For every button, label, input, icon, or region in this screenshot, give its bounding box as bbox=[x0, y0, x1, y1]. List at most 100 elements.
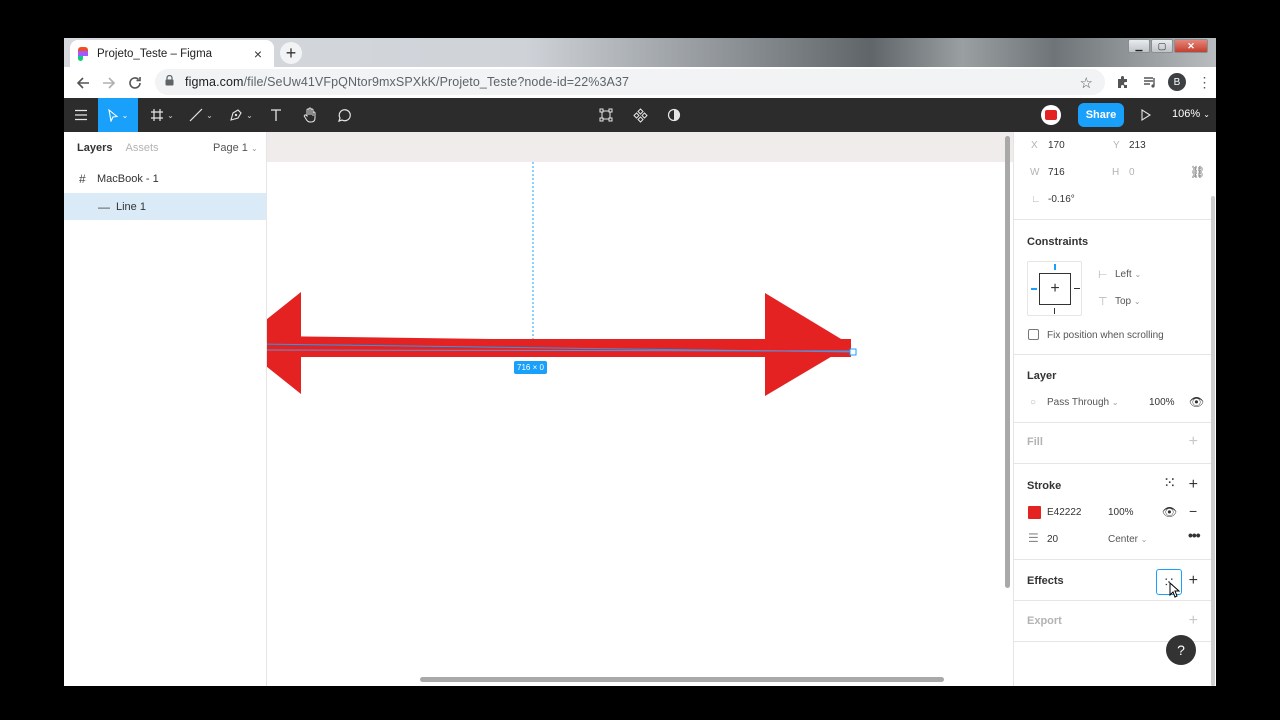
browser-tab[interactable]: Projeto_Teste – Figma × bbox=[70, 40, 274, 67]
design-panel-scrollbar[interactable] bbox=[1211, 196, 1215, 686]
extension-icons: B ⋮ bbox=[1109, 69, 1216, 95]
back-icon[interactable] bbox=[70, 70, 96, 96]
hand-tool-button[interactable] bbox=[296, 98, 324, 132]
fill-title: Fill bbox=[1027, 436, 1043, 448]
tab-close-icon[interactable]: × bbox=[250, 46, 266, 62]
layer-opacity-input[interactable]: 100% bbox=[1149, 397, 1175, 408]
horizontal-scrollbar[interactable] bbox=[420, 677, 944, 682]
vertical-constraint-icon: ⊤ bbox=[1098, 296, 1108, 308]
url-text: figma.com/file/SeUw41VFpQNtor9mxSPXkK/Pr… bbox=[185, 75, 630, 89]
constraints-widget[interactable]: + bbox=[1027, 261, 1082, 316]
blend-mode-dropdown[interactable]: Pass Through ⌄ bbox=[1047, 397, 1119, 408]
page-selector[interactable]: Page 1 ⌄ bbox=[213, 142, 258, 154]
extensions-puzzle-icon[interactable] bbox=[1109, 69, 1136, 95]
remove-stroke-icon[interactable]: − bbox=[1189, 503, 1197, 519]
y-input[interactable]: 213 bbox=[1129, 140, 1146, 151]
share-button[interactable]: Share bbox=[1078, 103, 1124, 127]
vertical-scrollbar[interactable] bbox=[1005, 136, 1010, 588]
rotation-input[interactable]: -0.16° bbox=[1048, 194, 1075, 205]
dimension-badge: 716 × 0 bbox=[514, 361, 547, 374]
stroke-visibility-eye-icon[interactable]: 👁 bbox=[1162, 505, 1177, 519]
transform-icon[interactable] bbox=[594, 98, 618, 132]
move-tool-button[interactable]: ⌄ bbox=[98, 98, 138, 132]
collaborator-avatar[interactable] bbox=[1041, 105, 1061, 125]
stroke-title: Stroke bbox=[1027, 480, 1062, 492]
forward-icon[interactable] bbox=[96, 70, 122, 96]
frame-tool-button[interactable]: ⌄ bbox=[144, 98, 180, 132]
stroke-section: Stroke ⁙ + E42222 100% 👁 − ☰ 20 Center ⌄… bbox=[1014, 464, 1212, 560]
horizontal-constraint-icon: ⊢ bbox=[1098, 269, 1108, 281]
arrow-line-graphic[interactable] bbox=[267, 132, 1013, 686]
add-stroke-icon[interactable]: + bbox=[1189, 477, 1198, 493]
add-fill-icon[interactable]: + bbox=[1189, 434, 1198, 450]
reload-icon[interactable] bbox=[122, 70, 148, 96]
design-panel: X 170 Y 213 W 716 H 0 ⛓ ∟ -0.16° Constra… bbox=[1013, 132, 1216, 686]
tab-assets[interactable]: Assets bbox=[125, 142, 158, 154]
fill-section: Fill + bbox=[1014, 423, 1212, 464]
component-icon[interactable] bbox=[628, 98, 652, 132]
window-controls: ▁ ▢ ✕ bbox=[1127, 39, 1208, 53]
layer-section: Layer ○ Pass Through ⌄ 100% 👁 bbox=[1014, 355, 1212, 423]
browser-menu-icon[interactable]: ⋮ bbox=[1191, 69, 1216, 95]
browser-toolbar: figma.com/file/SeUw41VFpQNtor9mxSPXkK/Pr… bbox=[64, 67, 1216, 98]
media-queue-icon[interactable] bbox=[1136, 69, 1163, 95]
stroke-hex-input[interactable]: E42222 bbox=[1047, 507, 1081, 518]
constraint-horizontal-dropdown[interactable]: Left ⌄ bbox=[1115, 269, 1141, 280]
add-effect-icon[interactable]: + bbox=[1189, 573, 1198, 589]
constrain-proportions-icon[interactable]: ⛓ bbox=[1190, 165, 1205, 179]
constraint-vertical-dropdown[interactable]: Top ⌄ bbox=[1115, 296, 1141, 307]
comment-tool-button[interactable] bbox=[330, 98, 358, 132]
profile-avatar[interactable]: B bbox=[1168, 73, 1186, 91]
layers-panel: Layers Assets Page 1 ⌄ # MacBook - 1 — L… bbox=[64, 132, 267, 686]
x-input[interactable]: 170 bbox=[1048, 140, 1065, 151]
w-input[interactable]: 716 bbox=[1048, 167, 1065, 178]
layer-title: Layer bbox=[1027, 370, 1057, 382]
h-label: H bbox=[1112, 167, 1120, 178]
tab-title: Projeto_Teste – Figma bbox=[97, 47, 213, 60]
stroke-style-icon[interactable]: ⁙ bbox=[1163, 473, 1176, 493]
stroke-weight-input[interactable]: 20 bbox=[1047, 534, 1058, 545]
maximize-button[interactable]: ▢ bbox=[1151, 39, 1173, 53]
main-menu-icon[interactable] bbox=[64, 98, 98, 132]
minimize-button[interactable]: ▁ bbox=[1128, 39, 1150, 53]
help-button[interactable]: ? bbox=[1166, 635, 1196, 665]
hand-icon bbox=[303, 107, 315, 123]
address-bar[interactable]: figma.com/file/SeUw41VFpQNtor9mxSPXkK/Pr… bbox=[155, 69, 1105, 95]
layer-row-frame[interactable]: # MacBook - 1 bbox=[64, 165, 266, 192]
resize-handle[interactable] bbox=[849, 348, 857, 356]
stroke-color-swatch[interactable] bbox=[1028, 506, 1041, 519]
eye-icon[interactable]: 👁 bbox=[1189, 395, 1204, 409]
stroke-weight-icon: ☰ bbox=[1028, 531, 1039, 545]
window-close-button[interactable]: ✕ bbox=[1174, 39, 1208, 53]
effects-title: Effects bbox=[1027, 575, 1064, 587]
blend-mode-icon: ○ bbox=[1030, 397, 1037, 408]
frame-icon bbox=[151, 109, 164, 121]
stroke-align-dropdown[interactable]: Center ⌄ bbox=[1108, 534, 1148, 545]
contrast-icon[interactable] bbox=[662, 98, 686, 132]
present-icon[interactable] bbox=[1136, 98, 1156, 132]
zoom-dropdown[interactable]: 106% ⌄ bbox=[1172, 108, 1210, 120]
comment-icon bbox=[337, 108, 351, 122]
pen-tool-button[interactable]: ⌄ bbox=[224, 98, 258, 132]
tab-layers[interactable]: Layers bbox=[77, 142, 112, 154]
tab-strip: Projeto_Teste – Figma × + ▁ ▢ ✕ bbox=[64, 38, 1216, 67]
fix-position-checkbox[interactable] bbox=[1028, 329, 1039, 340]
canvas[interactable]: 716 × 0 bbox=[267, 132, 1013, 686]
more-options-icon[interactable]: ••• bbox=[1188, 527, 1201, 543]
new-tab-button[interactable]: + bbox=[280, 42, 302, 64]
layer-row-line[interactable]: — Line 1 bbox=[64, 193, 266, 220]
text-tool-button[interactable] bbox=[262, 98, 290, 132]
h-input[interactable]: 0 bbox=[1129, 167, 1135, 178]
browser-window: Projeto_Teste – Figma × + ▁ ▢ ✕ figma.co… bbox=[64, 38, 1216, 686]
layer-name: Line 1 bbox=[116, 200, 146, 213]
w-label: W bbox=[1030, 167, 1040, 178]
mouse-cursor-icon bbox=[1169, 582, 1181, 598]
shape-tool-button[interactable]: ⌄ bbox=[184, 98, 218, 132]
frame-icon: # bbox=[79, 171, 86, 186]
add-export-icon[interactable]: + bbox=[1189, 613, 1198, 629]
start-arrowhead bbox=[267, 292, 301, 394]
constraints-title: Constraints bbox=[1027, 236, 1089, 248]
bookmark-star-icon[interactable]: ☆ bbox=[1080, 74, 1093, 92]
x-label: X bbox=[1031, 140, 1038, 151]
stroke-opacity-input[interactable]: 100% bbox=[1108, 507, 1134, 518]
